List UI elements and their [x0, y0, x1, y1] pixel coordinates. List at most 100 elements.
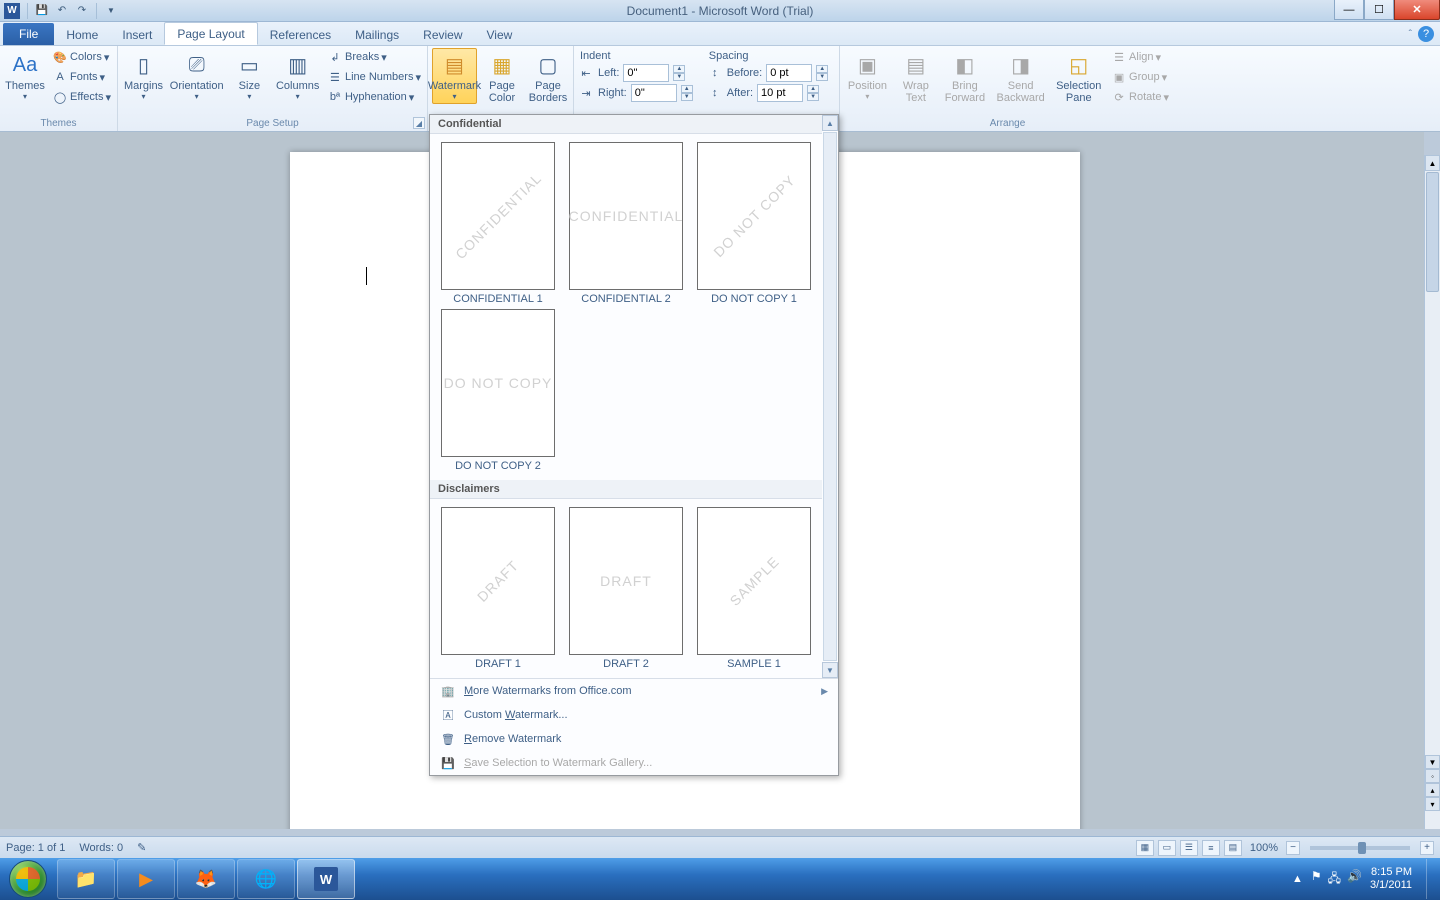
indent-left-spinner[interactable]: ▲▼	[673, 65, 685, 81]
theme-colors-button[interactable]: 🎨Colors ▾	[50, 48, 113, 66]
help-icon[interactable]: ?	[1418, 26, 1434, 42]
zoom-level[interactable]: 100%	[1250, 842, 1278, 854]
remove-watermark-item[interactable]: 🗑Remove Watermark	[430, 727, 838, 751]
taskbar-chrome[interactable]: 🌐	[237, 859, 295, 899]
themes-button[interactable]: Aa Themes ▾	[4, 48, 46, 104]
hyphenation-button[interactable]: bªHyphenation ▾	[325, 88, 423, 106]
orientation-button[interactable]: ⎚Orientation▾	[169, 48, 224, 104]
spacing-after-spinner[interactable]: ▲▼	[807, 85, 819, 101]
zoom-slider[interactable]	[1310, 846, 1410, 850]
theme-effects-button[interactable]: ◯Effects ▾	[50, 88, 113, 106]
tab-review[interactable]: Review	[411, 24, 474, 45]
gallery-scroll-track[interactable]	[823, 132, 837, 661]
rotate-button[interactable]: ⟳Rotate ▾	[1109, 88, 1171, 106]
view-print-layout-icon[interactable]: ▦	[1136, 840, 1154, 856]
position-button[interactable]: ▣Position▾	[844, 48, 891, 104]
hyphenation-icon: bª	[327, 89, 343, 105]
maximize-button[interactable]: ☐	[1364, 0, 1394, 20]
view-full-screen-icon[interactable]: ▭	[1158, 840, 1176, 856]
watermark-button[interactable]: ▤Watermark▾	[432, 48, 477, 104]
gallery-scroll-down-icon[interactable]: ▼	[822, 662, 838, 678]
view-web-layout-icon[interactable]: ☰	[1180, 840, 1198, 856]
tray-expand-icon[interactable]: ▲	[1292, 873, 1303, 885]
indent-right-spinner[interactable]: ▲▼	[681, 85, 693, 101]
browse-object-icon[interactable]: ◦	[1425, 769, 1440, 783]
tray-network-icon[interactable]: 🖧	[1328, 869, 1341, 890]
undo-icon[interactable]: ↶	[53, 2, 71, 20]
spacing-before-input[interactable]	[766, 64, 812, 82]
minimize-ribbon-icon[interactable]: ˆ	[1409, 29, 1412, 40]
status-words[interactable]: Words: 0	[79, 842, 123, 854]
gallery-scroll-up-icon[interactable]: ▲	[822, 115, 838, 131]
indent-right-input[interactable]	[631, 84, 677, 102]
watermark-option[interactable]: SAMPLESAMPLE 1	[690, 505, 818, 672]
line-numbers-button[interactable]: ☰Line Numbers ▾	[325, 68, 423, 86]
tab-view[interactable]: View	[475, 24, 525, 45]
view-draft-icon[interactable]: ▤	[1224, 840, 1242, 856]
columns-button[interactable]: ▥Columns▾	[274, 48, 321, 104]
tray-flag-icon[interactable]: ⚑	[1311, 869, 1322, 890]
breaks-button[interactable]: ↲Breaks ▾	[325, 48, 423, 66]
taskbar-word[interactable]: W	[297, 859, 355, 899]
selection-pane-icon: ◱	[1065, 51, 1093, 79]
view-outline-icon[interactable]: ≡	[1202, 840, 1220, 856]
group-button[interactable]: ▣Group ▾	[1109, 68, 1171, 86]
watermark-option[interactable]: DO NOT COPYDO NOT COPY 1	[690, 140, 818, 307]
tab-references[interactable]: References	[258, 24, 343, 45]
tab-file[interactable]: File	[3, 23, 54, 45]
selection-pane-button[interactable]: ◱Selection Pane	[1052, 48, 1105, 107]
tab-insert[interactable]: Insert	[110, 24, 164, 45]
theme-fonts-button[interactable]: AFonts ▾	[50, 68, 113, 86]
text-cursor	[366, 267, 367, 285]
bring-forward-button[interactable]: ◧Bring Forward	[941, 48, 989, 107]
page-color-button[interactable]: ▦Page Color	[481, 48, 523, 107]
close-button[interactable]: ✕	[1394, 0, 1440, 20]
watermark-option[interactable]: DRAFTDRAFT 2	[562, 505, 690, 672]
align-button[interactable]: ☰Align ▾	[1109, 48, 1171, 66]
watermark-option[interactable]: CONFIDENTIALCONFIDENTIAL 2	[562, 140, 690, 307]
qat-customize-icon[interactable]: ▼	[102, 2, 120, 20]
margins-button[interactable]: ▯Margins▾	[122, 48, 165, 104]
tray-clock[interactable]: 8:15 PM 3/1/2011	[1370, 866, 1412, 892]
watermark-option[interactable]: CONFIDENTIALCONFIDENTIAL 1	[434, 140, 562, 307]
watermark-thumbnail: DRAFT	[441, 507, 555, 655]
scroll-up-icon[interactable]: ▲	[1425, 155, 1440, 171]
page-borders-button[interactable]: ▢Page Borders	[527, 48, 569, 107]
tray-volume-icon[interactable]: 🔊	[1347, 869, 1362, 890]
taskbar-explorer[interactable]: 📁	[57, 859, 115, 899]
columns-icon: ▥	[284, 51, 312, 79]
windows-logo-icon	[9, 860, 47, 898]
zoom-in-button[interactable]: +	[1420, 841, 1434, 855]
tab-page-layout[interactable]: Page Layout	[164, 22, 257, 45]
next-page-icon[interactable]: ▾	[1425, 797, 1440, 811]
size-button[interactable]: ▭Size▾	[228, 48, 270, 104]
status-proofing-icon[interactable]: ✎	[137, 841, 146, 854]
show-desktop-button[interactable]	[1426, 859, 1434, 899]
prev-page-icon[interactable]: ▴	[1425, 783, 1440, 797]
indent-left-input[interactable]	[623, 64, 669, 82]
wrap-text-button[interactable]: ▤Wrap Text	[895, 48, 937, 107]
align-icon: ☰	[1111, 49, 1127, 65]
tab-home[interactable]: Home	[54, 24, 110, 45]
more-watermarks-item[interactable]: 🏢More Watermarks from Office.com▶	[430, 679, 838, 703]
watermark-option[interactable]: DRAFTDRAFT 1	[434, 505, 562, 672]
scroll-thumb[interactable]	[1426, 172, 1439, 292]
scroll-down-icon[interactable]: ▼	[1425, 755, 1440, 769]
spacing-before-spinner[interactable]: ▲▼	[816, 65, 828, 81]
status-page[interactable]: Page: 1 of 1	[6, 842, 65, 854]
save-icon[interactable]: 💾	[33, 2, 51, 20]
watermark-option[interactable]: DO NOT COPYDO NOT COPY 2	[434, 307, 562, 474]
vertical-scrollbar[interactable]: ▲ ▼ ◦ ▴ ▾	[1424, 155, 1440, 829]
zoom-out-button[interactable]: −	[1286, 841, 1300, 855]
minimize-button[interactable]: —	[1334, 0, 1364, 20]
taskbar-firefox[interactable]: 🦊	[177, 859, 235, 899]
tab-mailings[interactable]: Mailings	[343, 24, 411, 45]
page-setup-dialog-launcher[interactable]: ◢	[413, 117, 425, 129]
start-button[interactable]	[0, 858, 56, 900]
watermark-label: SAMPLE 1	[727, 658, 781, 670]
custom-watermark-item[interactable]: 🄰Custom Watermark...	[430, 703, 838, 727]
send-backward-button[interactable]: ◨Send Backward	[993, 48, 1049, 107]
spacing-after-input[interactable]	[757, 84, 803, 102]
taskbar-media-player[interactable]: ▶	[117, 859, 175, 899]
redo-icon[interactable]: ↷	[73, 2, 91, 20]
